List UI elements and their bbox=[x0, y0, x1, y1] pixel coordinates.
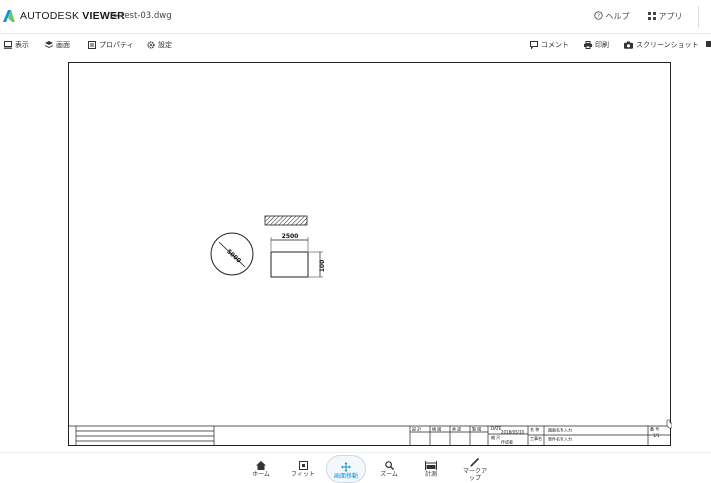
measure-button[interactable]: 計測 bbox=[411, 455, 451, 483]
sheets-button[interactable]: 画面 bbox=[45, 40, 70, 50]
autodesk-logo-icon bbox=[3, 10, 15, 22]
pen-icon bbox=[470, 457, 480, 467]
navigation-toolbar: ホーム フィット 画面移動 ズーム 計測 マークア ップ bbox=[0, 452, 711, 483]
tb-check-label: 検 図 bbox=[432, 426, 441, 432]
screenshot-label: スクリーンショット bbox=[636, 41, 699, 49]
fit-to-view-icon bbox=[298, 461, 308, 470]
tb-date-value: 2018/05/10 bbox=[501, 430, 525, 435]
header-divider bbox=[698, 6, 699, 28]
breadcrumb-separator: > bbox=[110, 9, 120, 22]
apps-grid-icon bbox=[648, 12, 656, 20]
comments-label: コメント bbox=[541, 41, 569, 49]
home-label: ホーム bbox=[252, 471, 270, 478]
printer-icon bbox=[584, 41, 592, 49]
help-icon: ? bbox=[594, 11, 603, 20]
help-button[interactable]: ? ヘルプ bbox=[594, 11, 630, 22]
main-toolbar: 表示 画面 プロパティ 設定 コメント 印刷 スクリーンショット bbox=[0, 35, 711, 55]
top-bar: AUTODESK VIEWER > test-03.dwg ? ヘルプ アプリ bbox=[0, 0, 711, 34]
tb-name-value: 図面名を入力 bbox=[548, 427, 572, 433]
settings-button[interactable]: 設定 bbox=[147, 40, 172, 50]
camera-icon bbox=[624, 41, 633, 49]
zoom-button[interactable]: ズーム bbox=[369, 455, 409, 483]
apps-button[interactable]: アプリ bbox=[648, 11, 683, 22]
apps-label: アプリ bbox=[658, 12, 683, 21]
tb-name-label: 名 称 bbox=[530, 426, 539, 432]
sheets-label: 画面 bbox=[56, 41, 70, 49]
comment-icon bbox=[530, 41, 538, 49]
view-button[interactable]: 表示 bbox=[4, 40, 29, 50]
screenshot-button[interactable]: スクリーンショット bbox=[624, 40, 699, 50]
hatched-block[interactable] bbox=[264, 215, 308, 226]
settings-label: 設定 bbox=[158, 41, 172, 49]
pan-arrows-icon bbox=[341, 462, 351, 472]
markup-button[interactable]: マークア ップ bbox=[455, 455, 495, 483]
tb-sheet-label: 番 号 bbox=[650, 426, 659, 432]
print-button[interactable]: 印刷 bbox=[584, 40, 609, 50]
properties-label: プロパティ bbox=[99, 41, 134, 49]
magnifier-icon bbox=[384, 461, 394, 470]
pan-button[interactable]: 画面移動 bbox=[326, 455, 366, 483]
tb-project-label: 工事名 bbox=[530, 435, 542, 441]
ruler-icon bbox=[425, 461, 437, 470]
tb-sheet-value: 1/1 bbox=[653, 433, 660, 438]
home-button[interactable]: ホーム bbox=[241, 455, 281, 483]
tb-approve-label: 承 認 bbox=[452, 426, 461, 432]
gear-icon bbox=[147, 41, 155, 49]
drawing-sheet[interactable]: 5000 2500 100 設 計 検 図 承 認 製 図 DATE 2018/… bbox=[68, 62, 672, 446]
more-button[interactable] bbox=[706, 40, 711, 48]
rect-width-dimension: 2500 bbox=[282, 233, 299, 240]
properties-button[interactable]: プロパティ bbox=[88, 40, 134, 50]
tb-drawer-value: 作成者 bbox=[501, 439, 513, 445]
markup-label-line1: マークア bbox=[462, 468, 487, 475]
measure-label: 計測 bbox=[424, 471, 437, 478]
pan-label: 画面移動 bbox=[333, 473, 358, 480]
tb-scale-label: 縮 尺 bbox=[491, 434, 500, 440]
tb-project-value: 案件名を入力 bbox=[548, 436, 572, 442]
comments-button[interactable]: コメント bbox=[530, 40, 569, 50]
file-name: test-03.dwg bbox=[121, 11, 172, 21]
help-label: ヘルプ bbox=[605, 12, 630, 21]
sheet-border bbox=[68, 62, 671, 446]
properties-icon bbox=[88, 41, 96, 49]
view-label: 表示 bbox=[15, 41, 29, 49]
tb-drafter-label: 製 図 bbox=[472, 426, 481, 432]
more-icon bbox=[706, 41, 711, 47]
markup-label-line2: ップ bbox=[468, 475, 481, 482]
home-icon bbox=[256, 461, 266, 470]
monitor-icon bbox=[4, 41, 12, 49]
zoom-label: ズーム bbox=[380, 471, 398, 478]
brand-autodesk: AUTODESK bbox=[20, 10, 80, 22]
fit-button[interactable]: フィット bbox=[283, 455, 323, 483]
print-label: 印刷 bbox=[595, 41, 609, 49]
fit-label: フィット bbox=[291, 471, 315, 478]
svg-text:?: ? bbox=[597, 14, 600, 20]
cursor-hand-icon bbox=[666, 419, 672, 429]
rect-height-dimension: 100 bbox=[319, 260, 326, 273]
tb-designer-label: 設 計 bbox=[412, 426, 421, 432]
layers-icon bbox=[45, 41, 53, 48]
